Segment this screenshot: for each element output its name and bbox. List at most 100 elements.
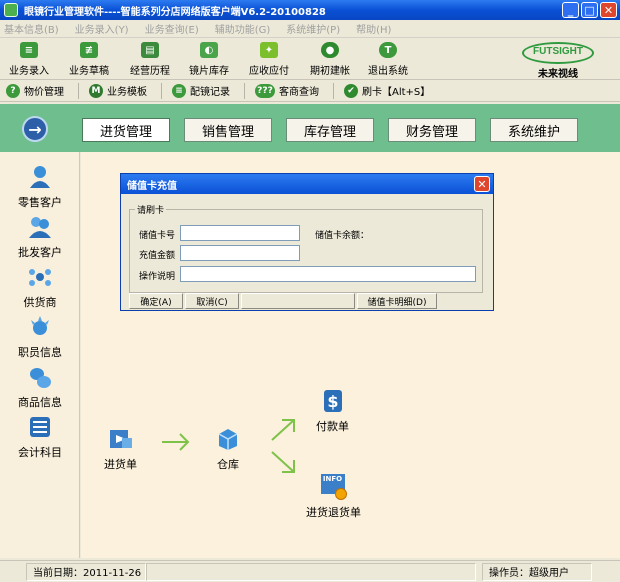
question-icon: ?: [6, 83, 20, 98]
check-icon: ✔: [344, 83, 358, 98]
maximize-button[interactable]: □: [581, 2, 598, 18]
logo-text: FUTSIGHT: [533, 46, 583, 57]
dialog-titlebar[interactable]: 储值卡充值: [121, 174, 493, 194]
tab-purchase-management[interactable]: 进货管理: [82, 118, 170, 142]
toolbar-label: 业务录入: [9, 66, 49, 77]
goods-icon: [30, 368, 51, 388]
toolbar-history-button[interactable]: ▤ 经营历程: [120, 38, 180, 78]
recharge-amount-label: 充值金额: [139, 251, 176, 261]
ok-button[interactable]: 确定(A): [129, 293, 183, 309]
module-nav: → 进货管理 销售管理 库存管理 财务管理 系统维护: [0, 104, 620, 152]
sidebar-item-staff[interactable]: 职员信息: [0, 314, 80, 360]
app-icon: [4, 3, 18, 17]
dialog-close-button[interactable]: ✕: [474, 176, 490, 192]
toolbar-business-draft-button[interactable]: ≢ 业务草稿: [58, 38, 120, 78]
menu-auxiliary[interactable]: 辅助功能(G): [215, 21, 271, 36]
toolbar2-label: 配镜记录: [190, 87, 230, 98]
sidebar-item-label: 批发客户: [18, 246, 62, 259]
cancel-button[interactable]: 取消(C): [185, 293, 239, 309]
toolbar-exit-button[interactable]: T 退出系统: [360, 38, 416, 78]
minimize-button[interactable]: _: [562, 2, 579, 18]
logo-subtext: 未来视线: [538, 69, 578, 80]
card-number-label: 储值卡号: [139, 231, 176, 241]
sidebar-item-label: 供货商: [23, 296, 57, 309]
toolbar-opening-account-button[interactable]: ● 期初建帐: [300, 38, 360, 78]
template-icon: M: [89, 83, 103, 98]
menu-basic-info[interactable]: 基本信息(B): [4, 21, 59, 36]
tab-inventory-management[interactable]: 库存管理: [286, 118, 374, 142]
flow-purchase-order[interactable]: 进货单: [104, 426, 137, 472]
window-title: 眼镜行业管理软件----智能系列分店网络版客户端V6.2-20100828: [24, 6, 326, 18]
operator: 操作员：超级用户: [482, 562, 592, 581]
separator: [333, 82, 334, 99]
toolbar-receivable-button[interactable]: ✦ 应收应付: [238, 38, 300, 78]
group-label: 请刷卡: [135, 203, 167, 216]
customer-query-button[interactable]: ??? 客商查询: [255, 83, 319, 98]
staff-icon: [31, 316, 49, 335]
toolbar2-label: 刷卡【Alt+S】: [362, 87, 431, 98]
flow-payment-order[interactable]: $ 付款单: [316, 388, 349, 434]
flow-split-arrows: [271, 419, 295, 473]
menu-help[interactable]: 帮助(H): [356, 21, 391, 36]
swipe-card-button[interactable]: ✔ 刷卡【Alt+S】: [344, 83, 430, 98]
close-button[interactable]: ✕: [600, 2, 617, 18]
status-spacer: [146, 562, 476, 581]
separator: [161, 82, 162, 99]
sidebar-item-label: 零售客户: [18, 196, 62, 209]
menu-business-query[interactable]: 业务查询(E): [145, 21, 199, 36]
flow-label: 仓库: [217, 458, 239, 471]
business-template-button[interactable]: M 业务模板: [89, 83, 147, 98]
account-subject-icon: [30, 417, 50, 437]
menu-bar: 基本信息(B) 业务录入(Y) 业务查询(E) 辅助功能(G) 系统维护(P) …: [0, 20, 620, 38]
menu-system-maintenance[interactable]: 系统维护(P): [286, 21, 340, 36]
price-management-button[interactable]: ? 物价管理: [6, 83, 64, 98]
current-date: 当前日期：2011-11-26: [26, 562, 146, 581]
receivable-icon: ✦: [260, 42, 278, 58]
tab-finance-management[interactable]: 财务管理: [388, 118, 476, 142]
sidebar: 零售客户 批发客户 供货商 职员信息 商品信息 会计科目: [0, 152, 80, 558]
flow-purchase-return[interactable]: INFO 进货退货单: [306, 474, 361, 520]
toolbar-business-entry-button[interactable]: ≡ 业务录入: [0, 38, 58, 78]
history-icon: ▤: [141, 42, 159, 58]
sidebar-item-wholesale-customer[interactable]: 批发客户: [0, 214, 80, 260]
sidebar-item-label: 职员信息: [18, 346, 62, 359]
fitting-record-button[interactable]: ≡ 配镜记录: [172, 83, 230, 98]
flow-warehouse[interactable]: 仓库: [215, 426, 241, 472]
toolbar-label: 应收应付: [249, 66, 289, 77]
sidebar-item-account-subject[interactable]: 会计科目: [0, 414, 80, 460]
opening-account-icon: ●: [321, 42, 339, 58]
query-icon: ???: [255, 83, 275, 98]
flow-arrow-right: [162, 433, 190, 451]
tab-system-maintenance[interactable]: 系统维护: [490, 118, 578, 142]
toolbar2-label: 客商查询: [279, 87, 319, 98]
toolbar-lens-stock-button[interactable]: ◐ 镜片库存: [180, 38, 238, 78]
toolbar-label: 经营历程: [130, 66, 170, 77]
window-titlebar[interactable]: 眼镜行业管理软件----智能系列分店网络版客户端V6.2-20100828 _ …: [0, 0, 620, 20]
stored-card-recharge-dialog: 储值卡充值 ✕ 请刷卡 储值卡号 储值卡余额： 充值金额 操作说明 确定(A) …: [120, 173, 494, 311]
recharge-amount-input[interactable]: [180, 245, 300, 261]
toolbar2-label: 业务模板: [107, 87, 147, 98]
record-icon: ≡: [172, 83, 186, 98]
arrow-right-icon[interactable]: →: [22, 116, 48, 142]
flow-label: 进货单: [104, 458, 137, 471]
flow-label: 进货退货单: [306, 506, 361, 519]
status-bar: 当前日期：2011-11-26 操作员：超级用户: [0, 560, 620, 582]
business-entry-icon: ≡: [20, 42, 38, 58]
toolbar-label: 期初建帐: [310, 66, 350, 77]
dialog-title: 储值卡充值: [127, 180, 177, 192]
card-detail-button[interactable]: 储值卡明细(D): [357, 293, 437, 309]
separator: [244, 82, 245, 99]
dollar-icon: $: [323, 390, 342, 412]
business-draft-icon: ≢: [80, 42, 98, 58]
sidebar-item-retail-customer[interactable]: 零售客户: [0, 164, 80, 210]
menu-business-entry[interactable]: 业务录入(Y): [75, 21, 129, 36]
operation-note-label: 操作说明: [139, 272, 176, 282]
wholesale-customer-icon: [29, 217, 51, 238]
sidebar-item-goods[interactable]: 商品信息: [0, 364, 80, 410]
retail-customer-icon: [30, 166, 50, 188]
tab-sales-management[interactable]: 销售管理: [184, 118, 272, 142]
card-number-input[interactable]: [180, 225, 300, 241]
separator: [78, 82, 79, 99]
operation-note-input[interactable]: [180, 266, 476, 282]
sidebar-item-supplier[interactable]: 供货商: [0, 264, 80, 310]
